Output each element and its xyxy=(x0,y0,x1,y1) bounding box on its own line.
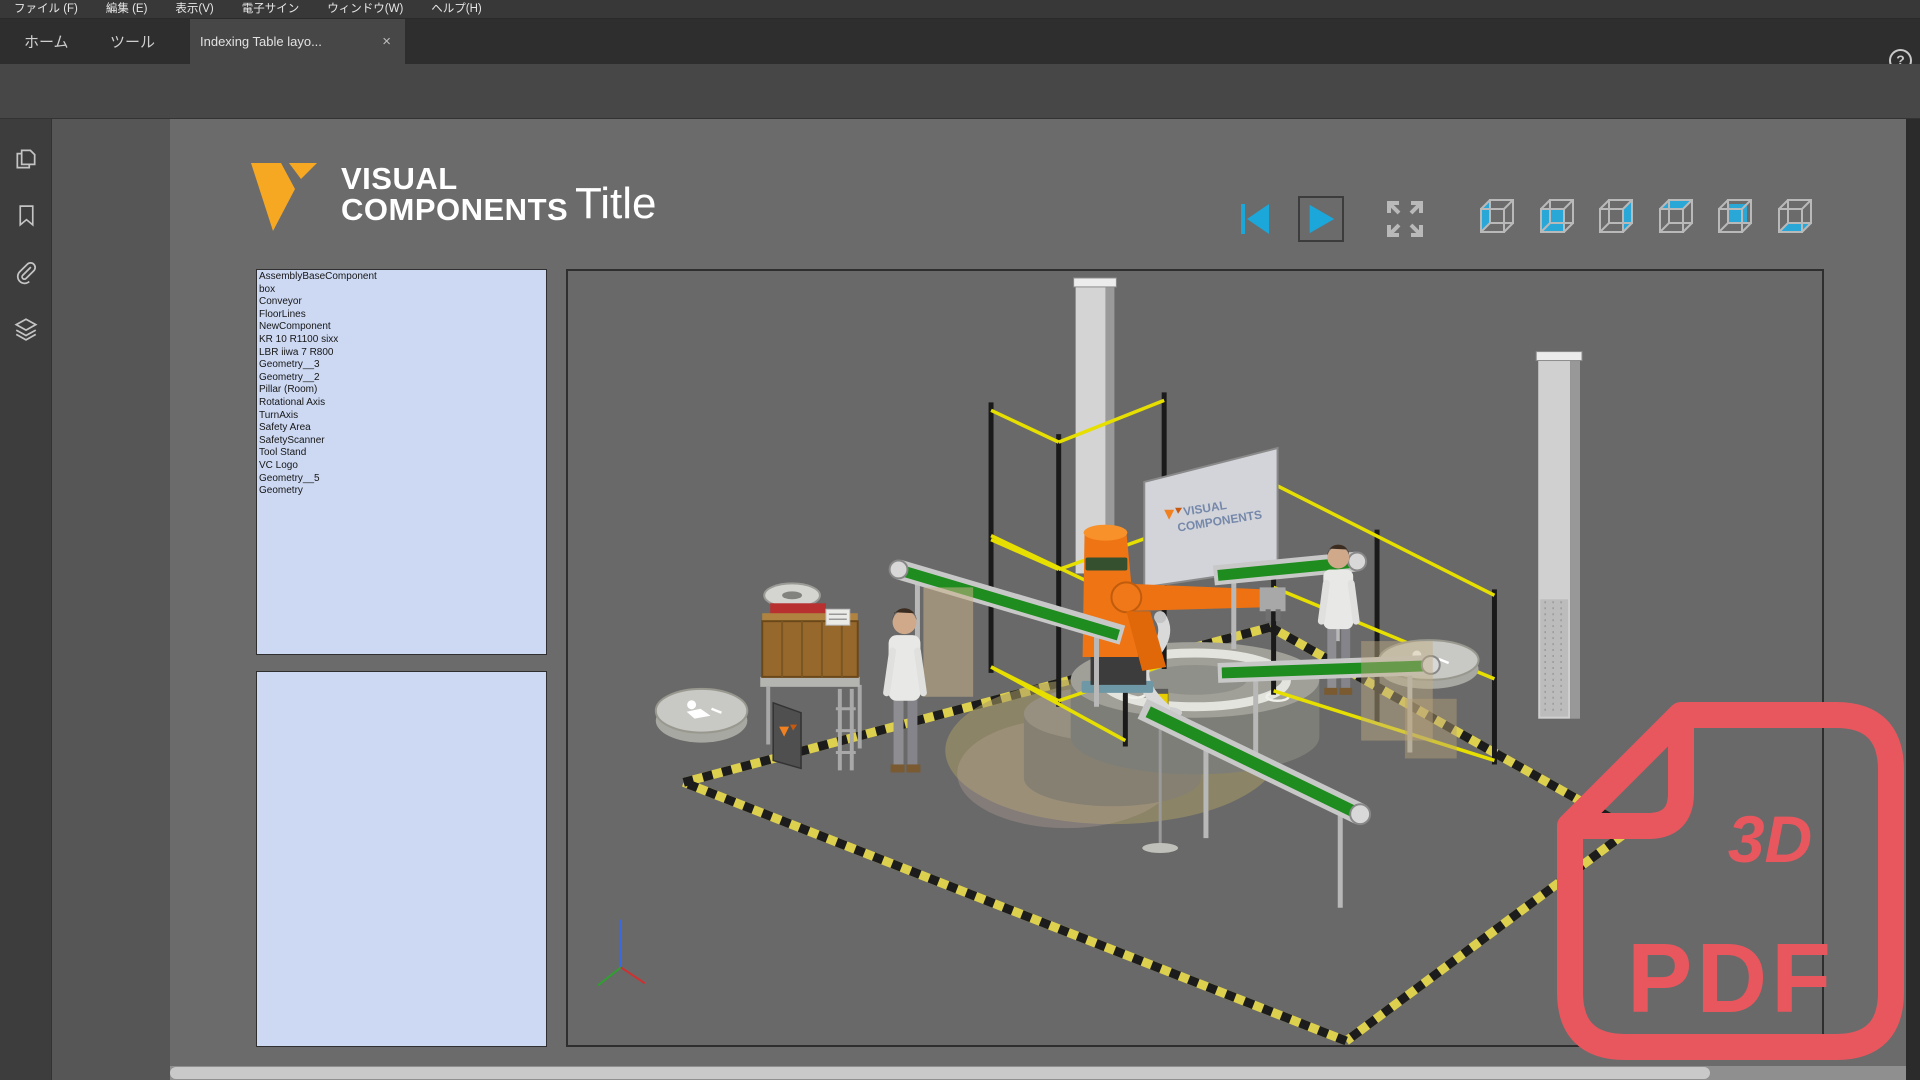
cube-front-face-icon xyxy=(1536,195,1576,235)
tab-tools[interactable]: ツール xyxy=(96,19,169,64)
paperclip-icon xyxy=(13,259,39,285)
view-cube-front[interactable] xyxy=(1536,195,1576,235)
page-title: Title xyxy=(575,179,657,229)
horizontal-scrollbar[interactable] xyxy=(170,1066,1906,1080)
3d-pdf-badge: 3D PDF xyxy=(1555,700,1906,1062)
component-list-item[interactable]: Geometry__2 xyxy=(259,372,544,385)
close-tab-icon[interactable]: × xyxy=(378,33,395,50)
cube-right-face-icon xyxy=(1595,195,1635,235)
component-list-item[interactable]: NewComponent xyxy=(259,321,544,334)
skip-to-start-button[interactable] xyxy=(1232,196,1278,242)
logo-line1: VISUAL xyxy=(341,163,568,194)
component-list-item[interactable]: Rotational Axis xyxy=(259,397,544,410)
component-list-item[interactable]: Geometry__3 xyxy=(259,359,544,372)
play-icon xyxy=(1304,202,1338,236)
layers-button[interactable] xyxy=(9,312,43,346)
view-cube-top[interactable] xyxy=(1655,195,1695,235)
vc-logo-mark xyxy=(251,163,329,233)
fullscreen-button[interactable] xyxy=(1382,196,1428,242)
component-list-item[interactable]: Pillar (Room) xyxy=(259,384,544,397)
badge-3d-label: 3D xyxy=(1728,802,1812,876)
vc-logo-stand xyxy=(773,703,801,769)
component-list-item[interactable]: KR 10 R1100 sixx xyxy=(259,334,544,347)
stock-box xyxy=(1405,699,1457,759)
logo-line2: COMPONENTS xyxy=(341,194,568,225)
component-list-item[interactable]: TurnAxis xyxy=(259,410,544,423)
document-canvas: VISUAL COMPONENTS Title xyxy=(52,119,1920,1080)
badge-pdf-label: PDF xyxy=(1627,923,1835,1033)
component-list-item[interactable]: box xyxy=(259,284,544,297)
page-thumbnails-button[interactable] xyxy=(9,142,43,176)
component-list-item[interactable]: FloorLines xyxy=(259,309,544,322)
play-button[interactable] xyxy=(1298,196,1344,242)
view-cube-bottom[interactable] xyxy=(1774,195,1814,235)
component-list-item[interactable]: AssemblyBaseComponent xyxy=(259,271,544,284)
skip-start-icon xyxy=(1237,201,1273,237)
tab-document[interactable]: Indexing Table layo... × xyxy=(190,19,405,64)
pdf-page: VISUAL COMPONENTS Title xyxy=(170,119,1906,1066)
vertical-scrollbar[interactable] xyxy=(1906,119,1920,1080)
menu-edit[interactable]: 編集 (E) xyxy=(92,0,162,19)
coordinate-axes xyxy=(598,920,645,986)
component-list-item[interactable]: Geometry__5 xyxy=(259,473,544,486)
main-toolbar: 1 / 1 47.7% xyxy=(0,64,1920,119)
menu-file[interactable]: ファイル (F) xyxy=(0,0,92,19)
component-list[interactable]: AssemblyBaseComponent box Conveyor Floor… xyxy=(256,269,547,655)
component-list-item[interactable]: VC Logo xyxy=(259,460,544,473)
pages-icon xyxy=(13,146,39,172)
cube-bottom-face-icon xyxy=(1774,195,1814,235)
view-cube-right[interactable] xyxy=(1595,195,1635,235)
cube-top-face-icon xyxy=(1655,195,1695,235)
menu-help[interactable]: ヘルプ(H) xyxy=(417,0,495,19)
pillar-right xyxy=(1536,352,1582,719)
detail-list-empty[interactable] xyxy=(256,671,547,1047)
component-list-item[interactable]: Geometry xyxy=(259,485,544,498)
component-list-item[interactable]: Conveyor xyxy=(259,296,544,309)
menu-view[interactable]: 表示(V) xyxy=(161,0,227,19)
bookmark-icon xyxy=(14,203,39,228)
tab-home[interactable]: ホーム xyxy=(10,19,83,64)
menu-window[interactable]: ウィンドウ(W) xyxy=(313,0,417,19)
view-cube-back[interactable] xyxy=(1714,195,1754,235)
cube-left-face-icon xyxy=(1476,195,1516,235)
component-list-item[interactable]: SafetyScanner xyxy=(259,435,544,448)
fullscreen-icon xyxy=(1385,199,1425,239)
stock-box xyxy=(923,587,973,696)
horizontal-scrollbar-thumb[interactable] xyxy=(170,1067,1710,1079)
tab-bar: ホーム ツール Indexing Table layo... × ? xyxy=(0,19,1920,64)
menu-bar: ファイル (F) 編集 (E) 表示(V) 電子サイン ウィンドウ(W) ヘルプ… xyxy=(0,0,1920,19)
navigation-rail xyxy=(0,119,52,1080)
attachments-button[interactable] xyxy=(9,255,43,289)
safety-scanner-left xyxy=(656,689,748,743)
visual-components-logo: VISUAL COMPONENTS xyxy=(251,163,568,233)
view-cube-left[interactable] xyxy=(1476,195,1516,235)
component-list-item[interactable]: Safety Area xyxy=(259,422,544,435)
component-list-item[interactable]: LBR iiwa 7 R800 xyxy=(259,347,544,360)
bookmarks-button[interactable] xyxy=(9,198,43,232)
menu-esign[interactable]: 電子サイン xyxy=(228,0,314,19)
tab-document-label: Indexing Table layo... xyxy=(200,34,378,49)
component-list-item[interactable]: Tool Stand xyxy=(259,447,544,460)
layers-icon xyxy=(13,316,39,342)
cube-back-face-icon xyxy=(1714,195,1754,235)
